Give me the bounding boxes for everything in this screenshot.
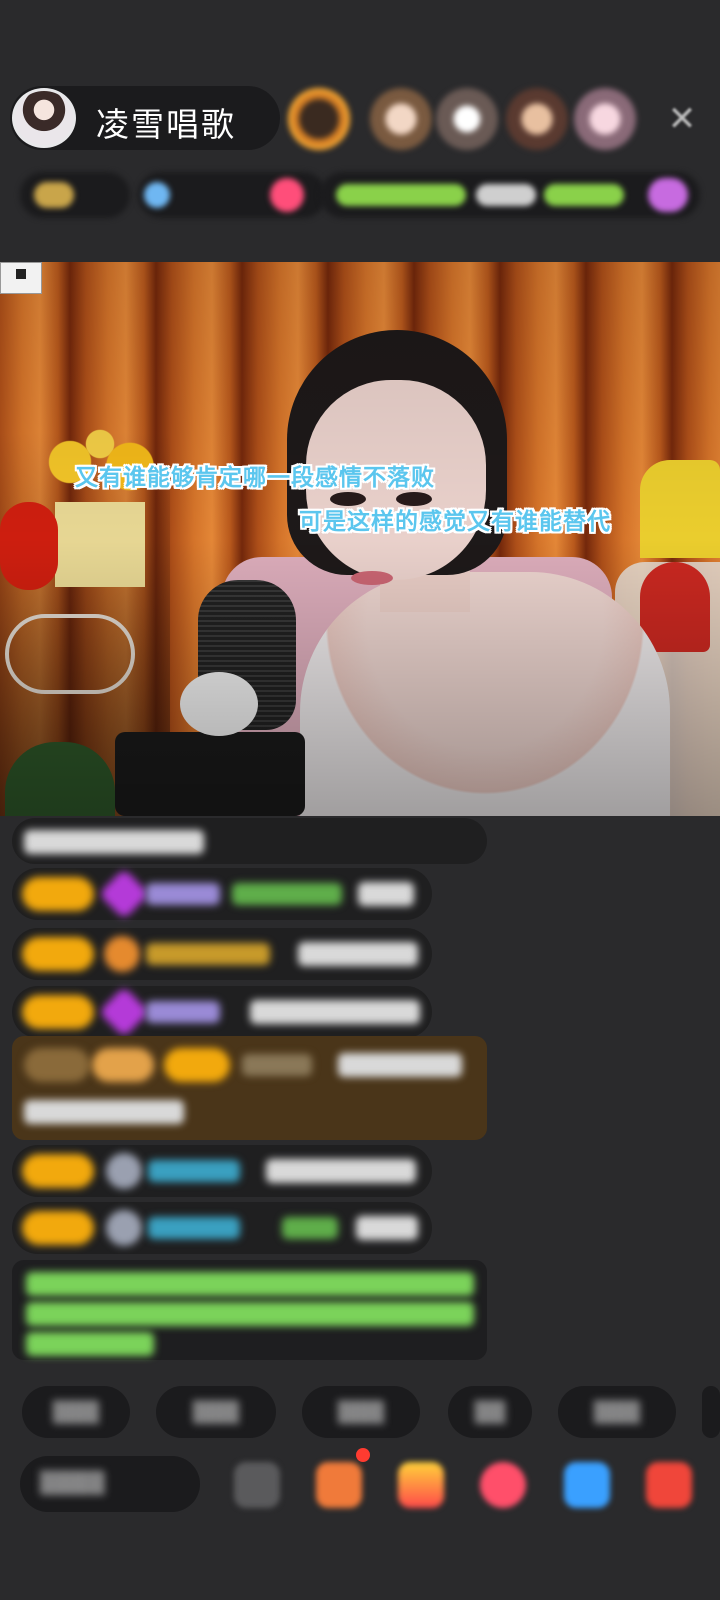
chat-username[interactable] (148, 1160, 240, 1182)
close-icon[interactable]: ✕ (665, 102, 699, 136)
fans-badge-icon (144, 182, 170, 208)
gift-box-icon[interactable] (316, 1462, 362, 1508)
chat-message-3-text (250, 1000, 420, 1024)
top-viewer-avatar-4[interactable] (506, 88, 568, 150)
chat-username[interactable] (146, 1001, 220, 1023)
quick-reply-label: ▒▒▒ (192, 1400, 240, 1424)
activity-text (336, 184, 466, 206)
level-badge (22, 1154, 94, 1188)
quick-reply-label: ▒▒ (474, 1400, 506, 1424)
top-viewer-avatar-1[interactable] (288, 88, 350, 150)
level-badge (164, 1048, 230, 1082)
quick-reply-1[interactable]: ▒▒▒ (22, 1386, 130, 1438)
chat-message-0-text (24, 830, 204, 854)
chat-message-2-text (298, 942, 418, 966)
level-badge (22, 1211, 94, 1245)
chat-username[interactable] (148, 1217, 240, 1239)
chat-message-5-text (266, 1159, 416, 1183)
vip-badge-2 (92, 1048, 154, 1082)
avatar (106, 1210, 142, 1246)
more-icon[interactable] (646, 1462, 692, 1508)
level-badge (22, 937, 94, 971)
avatar (106, 1153, 142, 1189)
chat-username-2[interactable] (282, 1217, 338, 1239)
level-badge (22, 995, 94, 1029)
top-viewer-avatar-5[interactable] (574, 88, 636, 150)
notification-dot-icon (356, 1448, 370, 1462)
chat-message-1-text (358, 882, 414, 906)
top-viewer-avatar-3[interactable] (436, 88, 498, 150)
quick-reply-3[interactable]: ▒▒▒ (302, 1386, 420, 1438)
chat-username[interactable] (146, 883, 220, 905)
quick-reply-2[interactable]: ▒▒▒ (156, 1386, 276, 1438)
chat-username[interactable] (242, 1054, 312, 1076)
system-notice-line-1 (26, 1272, 474, 1296)
system-notice-line-3 (26, 1332, 154, 1356)
quick-reply-4[interactable]: ▒▒ (448, 1386, 532, 1438)
system-notice-line-2 (26, 1302, 474, 1326)
room-info-row (20, 172, 700, 218)
quick-reply-5[interactable]: ▒▒▒ (558, 1386, 676, 1438)
share-icon[interactable] (564, 1462, 610, 1508)
lyric-line-1: 又有谁能够肯定哪一段感情不落败 (75, 465, 435, 491)
quick-reply-label: ▒▒▒ (337, 1400, 385, 1424)
quick-reply-label: ▒▒▒ (593, 1400, 641, 1424)
video-overlay (0, 262, 720, 816)
emoji-icon[interactable] (234, 1462, 280, 1508)
vip-badge (24, 1048, 90, 1082)
chat-message-6-text (356, 1216, 418, 1240)
chat-message-4-text (338, 1053, 462, 1077)
gift-icon[interactable] (398, 1462, 444, 1508)
quick-reply-label: ▒▒▒ (52, 1400, 100, 1424)
follow-button[interactable] (270, 178, 304, 212)
top-viewer-avatar-2[interactable] (370, 88, 432, 150)
activity-icon (648, 178, 688, 212)
lyric-line-2: 可是这样的感觉又有谁能替代 (299, 509, 611, 535)
qr-badge-icon[interactable] (0, 262, 42, 294)
red-packet-icon[interactable] (480, 1462, 526, 1508)
live-video-stream[interactable] (0, 262, 720, 816)
quick-reply-6[interactable] (702, 1386, 720, 1438)
rank-badge-icon (34, 182, 74, 208)
activity-text-2 (476, 184, 536, 206)
host-avatar[interactable] (12, 88, 76, 148)
comment-input-placeholder: ▒▒▒▒ (40, 1471, 105, 1495)
activity-text-3 (544, 184, 624, 206)
chat-username-2[interactable] (232, 883, 342, 905)
level-badge (22, 877, 94, 911)
host-name[interactable]: 凌雪唱歌 (96, 98, 236, 146)
chat-message-4-text-2 (24, 1100, 184, 1124)
chat-username[interactable] (146, 943, 270, 965)
